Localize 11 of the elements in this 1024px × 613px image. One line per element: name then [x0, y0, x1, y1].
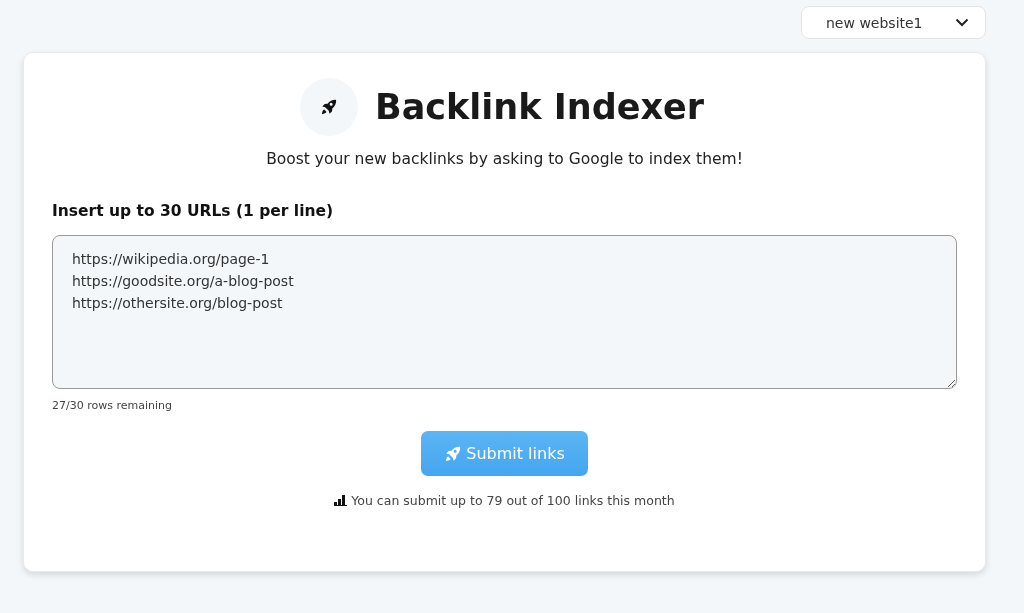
quota-text: You can submit up to 79 out of 100 links this month [351, 493, 675, 508]
rows-remaining: 27/30 rows remaining [52, 399, 173, 412]
site-dropdown[interactable]: new website1 [801, 6, 986, 39]
page-subtitle: Boost your new backlinks by asking to Google to index them! [265, 150, 744, 168]
rocket-icon [444, 444, 463, 463]
rocket-icon [320, 98, 338, 116]
url-field[interactable]: https://wikipedia.org/page-1 https://goodsite.org/a-blog-post https://othersite.org/blog-post [52, 235, 957, 389]
page-title: Backlink Indexer [375, 87, 704, 127]
bar-chart-icon [334, 495, 348, 506]
chevron-down-icon [955, 18, 969, 27]
field-label: Insert up to 30 URLs (1 per line) [52, 202, 335, 220]
